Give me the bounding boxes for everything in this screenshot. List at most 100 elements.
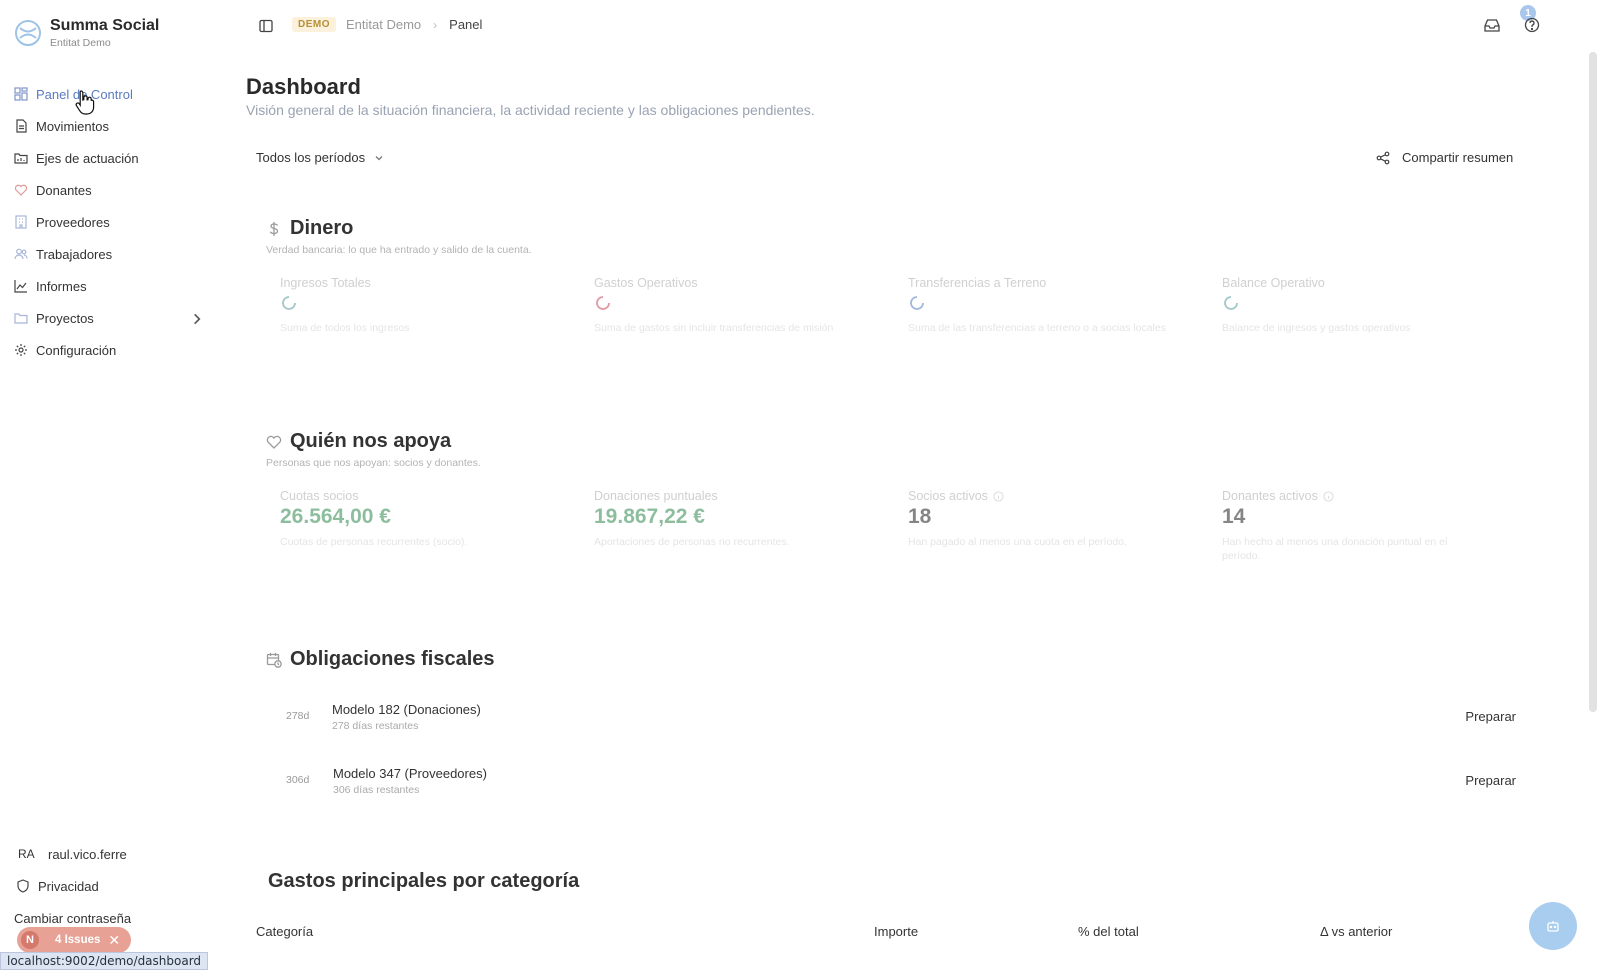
money-section: Dinero Verdad bancaria: lo que ha entrad… [266, 217, 1546, 356]
sidebar-item-label: Movimientos [36, 118, 109, 134]
page-title: Dashboard [246, 74, 361, 99]
scrollbar[interactable] [1589, 52, 1597, 712]
stat-label: Transferencias a Terreno [908, 276, 1047, 290]
supporters-section: Quién nos apoya Personas que nos apoyan:… [266, 430, 1546, 569]
issues-badge[interactable]: N 4 Issues ✕ [17, 927, 131, 953]
breadcrumb-separator: › [433, 17, 438, 32]
money-title: Dinero [290, 217, 354, 239]
fiscal-section: Obligaciones fiscales 278d Modelo 182 (D… [266, 648, 1546, 808]
demo-badge: DEMO [292, 17, 336, 32]
heart-icon [266, 435, 282, 449]
column-header[interactable]: Δ vs anterior [1320, 924, 1392, 939]
avatar: RA [18, 847, 35, 861]
folder-chart-icon [14, 153, 28, 164]
sidebar-item-informes[interactable]: Informes [14, 270, 214, 302]
fiscal-title: Obligaciones fiscales [290, 648, 495, 670]
prepare-button[interactable]: Preparar [1465, 773, 1516, 788]
expenses-title: Gastos principales por categoría [268, 870, 580, 892]
obligation-row: 306d Modelo 347 (Proveedores) 306 días r… [286, 764, 1516, 804]
building-icon [15, 215, 27, 229]
stat-note: Han hecho al menos una donación puntual … [1222, 536, 1448, 562]
stat-note: Suma de las transferencias a terreno o a… [908, 322, 1166, 334]
obligation-remaining: 306 días restantes [333, 784, 420, 796]
users-icon [14, 248, 28, 260]
sidebar-item-donantes[interactable]: Donantes [14, 174, 214, 206]
assistant-button[interactable] [1529, 902, 1577, 950]
stat-label: Socios activos [908, 489, 988, 503]
stat-note: Suma de gastos sin incluir transferencia… [594, 322, 834, 334]
period-value: Todos los períodos [256, 150, 366, 165]
sidebar-item-ejes-de-actuacion[interactable]: Ejes de actuación [14, 142, 214, 174]
page-description: Visión general de la situación financier… [246, 102, 815, 118]
sidebar-item-label: Trabajadores [36, 246, 113, 262]
money-description: Verdad bancaria: lo que ha entrado y sal… [266, 244, 532, 256]
obligation-row: 278d Modelo 182 (Donaciones) 278 días re… [286, 700, 1516, 740]
sidebar-item-movimientos[interactable]: Movimientos [14, 110, 214, 142]
sidebar-item-label: Configuración [36, 342, 117, 358]
obligation-name: Modelo 182 (Donaciones) [332, 702, 481, 717]
expenses-table-header: Categoría Importe % del total Δ vs anter… [256, 924, 1546, 944]
period-select[interactable]: Todos los períodos [256, 150, 385, 165]
stat-value: 18 [908, 505, 932, 528]
status-url: localhost:9002/demo/dashboard [0, 952, 209, 970]
column-header[interactable]: % del total [1078, 924, 1139, 939]
sidebar-item-configuracion[interactable]: Configuración [14, 334, 214, 366]
stat-label: Ingresos Totales [280, 276, 371, 290]
gear-icon [15, 344, 27, 356]
info-icon[interactable] [1323, 490, 1334, 502]
stat-card-gastos: Gastos Operativos Suma de gastos sin inc… [594, 276, 854, 335]
sidebar-item-label: Ejes de actuación [36, 150, 139, 166]
chevron-right-icon[interactable] [190, 312, 204, 326]
stat-card-socios-activos: Socios activos 18 Han pagado al menos un… [908, 489, 1168, 549]
dollar-icon [269, 221, 279, 236]
brand[interactable]: Summa Social Entitat Demo [14, 16, 159, 50]
file-icon [16, 119, 27, 133]
stat-value: 19.867,22 € [594, 505, 705, 528]
stat-label: Donaciones puntuales [594, 489, 718, 503]
supporters-title: Quién nos apoya [290, 430, 452, 452]
app-name: Summa Social [50, 17, 160, 34]
close-icon[interactable]: ✕ [108, 932, 120, 949]
shield-icon [17, 879, 29, 893]
change-password-label: Cambiar contraseña [14, 910, 132, 926]
prepare-button[interactable]: Preparar [1465, 709, 1516, 724]
user-name: raul.vico.ferre [48, 846, 127, 862]
info-icon[interactable] [993, 490, 1004, 502]
stat-note: Cuotas de personas recurrentes (socio). [280, 536, 468, 548]
sidebar-item-panel-de-control[interactable]: Panel de Control [14, 78, 214, 110]
inbox-icon[interactable] [1483, 16, 1501, 34]
privacy-link[interactable]: Privacidad [14, 870, 214, 902]
stat-card-donantes-activos: Donantes activos 14 Han hecho al menos u… [1222, 489, 1482, 563]
supporters-description: Personas que nos apoyan: socios y donant… [266, 457, 481, 469]
stat-card-transferencias: Transferencias a Terreno Suma de las tra… [908, 276, 1168, 335]
top-bar: DEMO Entitat Demo › Panel 1 [222, 0, 1600, 52]
sidebar-footer: RA raul.vico.ferre Privacidad Cambiar co… [14, 838, 214, 934]
stat-note: Han pagado al menos una cuota en el perí… [908, 536, 1127, 548]
sidebar-item-label: Donantes [36, 182, 92, 198]
sidebar-toggle-icon[interactable] [258, 18, 274, 34]
sidebar-item-proveedores[interactable]: Proveedores [14, 206, 214, 238]
breadcrumb: DEMO Entitat Demo › Panel [292, 17, 482, 32]
column-header[interactable]: Categoría [256, 924, 313, 939]
stat-card-ingresos: Ingresos Totales Suma de todos los ingre… [280, 276, 540, 335]
sidebar-item-proyectos[interactable]: Proyectos [14, 302, 214, 334]
sidebar-item-label: Proveedores [36, 214, 110, 230]
column-header[interactable]: Importe [874, 924, 918, 939]
share-icon [1376, 151, 1390, 164]
help-icon[interactable] [1523, 16, 1541, 34]
share-summary-button[interactable]: Compartir resumen [1376, 150, 1513, 165]
stat-label: Donantes activos [1222, 489, 1318, 503]
sidebar-item-trabajadores[interactable]: Trabajadores [14, 238, 214, 270]
logo-icon [15, 20, 41, 46]
sidebar: Summa Social Entitat Demo Panel de Contr… [0, 0, 222, 970]
days-left: 278d [286, 710, 310, 722]
stat-card-donaciones: Donaciones puntuales 19.867,22 € Aportac… [594, 489, 854, 549]
nextjs-logo-icon: N [21, 931, 39, 949]
dashboard-icon [14, 87, 28, 101]
stat-label: Balance Operativo [1222, 276, 1325, 290]
stat-label: Cuotas socios [280, 489, 359, 503]
breadcrumb-entity[interactable]: Entitat Demo [346, 17, 421, 32]
user-menu[interactable]: RA raul.vico.ferre [14, 838, 214, 870]
sidebar-item-label: Informes [36, 278, 87, 294]
bot-icon [1547, 921, 1559, 932]
